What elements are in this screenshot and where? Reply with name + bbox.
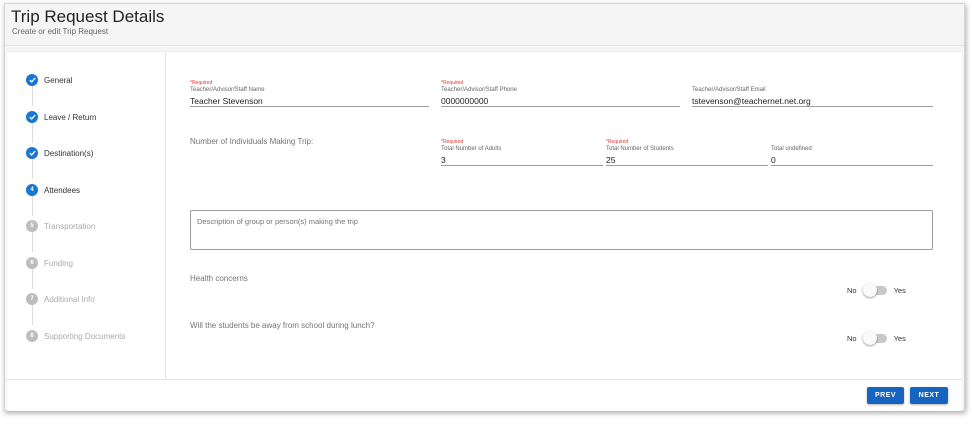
step-label: Funding (44, 258, 73, 268)
step-label: Supporting Documents (44, 331, 126, 341)
step-label: Attendees (44, 185, 81, 195)
required-marker: *Required (441, 80, 464, 86)
step-leave-return[interactable]: Leave / Return (26, 110, 96, 124)
lunch-switch[interactable] (862, 331, 888, 345)
form-footer: PREV NEXT (7, 379, 962, 411)
staff-name-input[interactable]: Teacher Stevenson (190, 95, 429, 107)
page-title: Trip Request Details (11, 7, 165, 26)
step-label: Transportation (44, 221, 96, 231)
staff-phone-field[interactable]: *Required Teacher/Advisor/Staff Phone 00… (441, 80, 680, 107)
lunch-toggle-group: No Yes (847, 331, 906, 345)
group-description-textarea[interactable]: Description of group or person(s) making… (190, 210, 933, 250)
step-attendees[interactable]: 4 Attendees (26, 183, 80, 197)
textarea-placeholder: Description of group or person(s) making… (197, 217, 358, 226)
field-label: Teacher/Advisor/Staff Email (692, 87, 766, 93)
switch-thumb (862, 283, 877, 297)
health-concerns-label: Health concerns (190, 274, 248, 283)
step-funding[interactable]: 6 Funding (26, 256, 73, 270)
page-header: Trip Request Details Create or edit Trip… (5, 4, 964, 46)
page-subtitle: Create or edit Trip Request (12, 27, 109, 36)
field-label: Teacher/Advisor/Staff Phone (441, 87, 517, 93)
next-button[interactable]: NEXT (910, 387, 948, 404)
step-label: Destination(s) (44, 148, 94, 158)
staff-name-field[interactable]: *Required Teacher/Advisor/Staff Name Tea… (190, 80, 429, 107)
step-transportation[interactable]: 5 Transportation (26, 219, 95, 233)
step-number: 6 (26, 257, 38, 269)
toggle-yes-label: Yes (893, 285, 906, 295)
toggle-no-label: No (847, 333, 857, 343)
staff-email-input[interactable]: tstevenson@teachernet.net.org (692, 95, 933, 107)
step-general[interactable]: General (26, 73, 72, 87)
total-students-field[interactable]: *Required Total Number of Students 25 (606, 139, 768, 166)
attendees-form: *Required Teacher/Advisor/Staff Name Tea… (167, 52, 962, 380)
health-concerns-toggle-group: No Yes (847, 283, 906, 297)
step-number: 5 (26, 220, 38, 232)
staff-email-field[interactable]: Teacher/Advisor/Staff Email tstevenson@t… (692, 87, 933, 107)
field-label: Total Number of Students (606, 146, 674, 152)
step-number: 4 (26, 184, 38, 196)
individuals-label: Number of Individuals Making Trip: (190, 137, 314, 146)
wizard-stepper: General Leave / Return Destination(s) 4 … (7, 52, 166, 380)
required-marker: *Required (606, 139, 629, 145)
step-number: 8 (26, 330, 38, 342)
check-icon (26, 111, 38, 123)
staff-phone-input[interactable]: 0000000000 (441, 95, 680, 107)
check-icon (26, 147, 38, 159)
app-window: Trip Request Details Create or edit Trip… (4, 3, 965, 411)
lunch-question-label: Will the students be away from school du… (190, 321, 375, 330)
required-marker: *Required (190, 80, 213, 86)
field-label: Teacher/Advisor/Staff Name (190, 87, 265, 93)
field-label: Total Number of Adults (441, 146, 502, 152)
trip-request-card: General Leave / Return Destination(s) 4 … (7, 51, 962, 380)
total-adults-field[interactable]: *Required Total Number of Adults 3 (441, 139, 603, 166)
switch-thumb (862, 331, 877, 345)
step-label: Leave / Return (44, 112, 97, 122)
step-number: 7 (26, 293, 38, 305)
total-adults-input[interactable]: 3 (441, 154, 603, 166)
check-icon (26, 74, 38, 86)
required-marker: *Required (441, 139, 464, 145)
total-undefined-input[interactable]: 0 (771, 154, 933, 166)
step-destinations[interactable]: Destination(s) (26, 146, 93, 160)
health-concerns-switch[interactable] (862, 283, 888, 297)
step-additional-info[interactable]: 7 Additional Info (26, 292, 95, 306)
step-label: Additional Info (44, 294, 95, 304)
step-label: General (44, 75, 73, 85)
toggle-yes-label: Yes (893, 333, 906, 343)
toggle-no-label: No (847, 285, 857, 295)
step-supporting-documents[interactable]: 8 Supporting Documents (26, 329, 125, 343)
total-students-input[interactable]: 25 (606, 154, 768, 166)
prev-button[interactable]: PREV (867, 387, 904, 404)
total-undefined-field[interactable]: Total undefined 0 (771, 146, 933, 166)
field-label: Total undefined (771, 146, 812, 152)
